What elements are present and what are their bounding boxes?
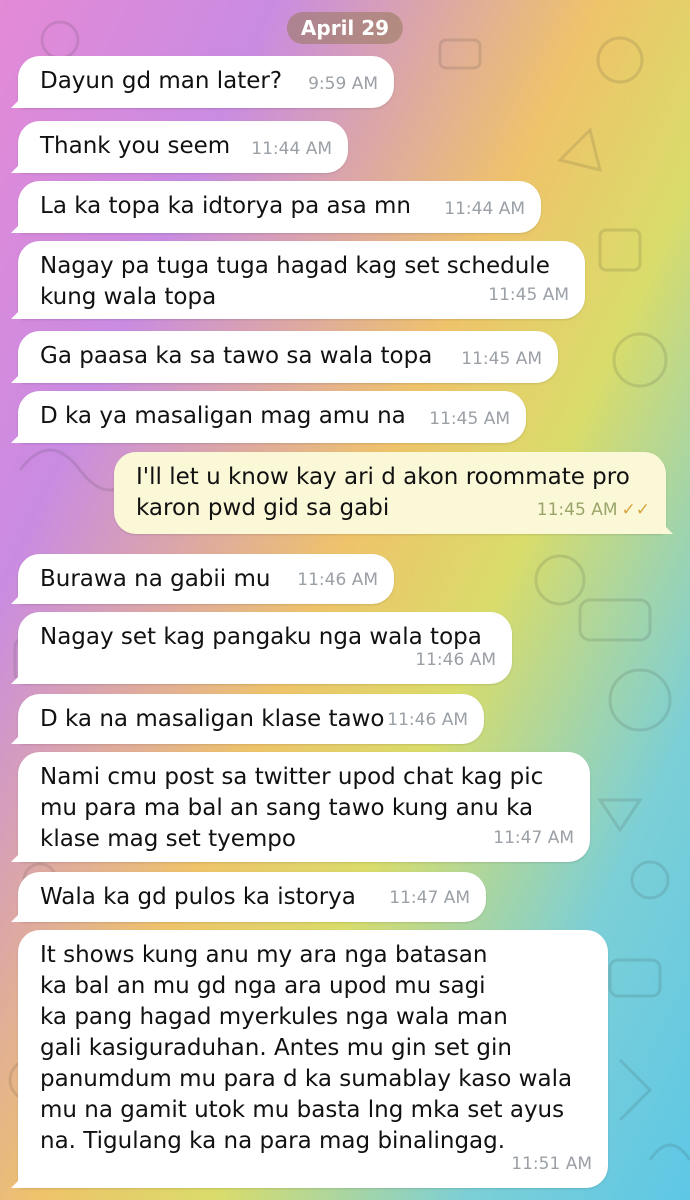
incoming-message[interactable]: Wala ka gd pulos ka istorya 11:47 AM	[11, 872, 486, 922]
timestamp-text: 11:45 AM	[429, 409, 510, 429]
timestamp-text: 11:45 AM	[536, 500, 618, 520]
bubble-tail	[11, 670, 25, 684]
bubble-tail	[11, 590, 25, 604]
timestamp-text: 11:47 AM	[493, 828, 574, 848]
bubble-tail	[11, 730, 25, 744]
incoming-message[interactable]: D ka na masaligan klase tawo 11:46 AM	[11, 694, 484, 744]
message-text: La ka topa ka idtorya pa asa mn	[40, 193, 411, 219]
message-text: Nami cmu post sa twitter upod chat kag p…	[40, 764, 544, 852]
message-timestamp: 11:51 AM	[511, 1149, 592, 1180]
message-timestamp: 11:47 AM	[493, 823, 574, 854]
message-text: Ga paasa ka sa tawo sa wala topa	[40, 343, 433, 369]
message-text: D ka na masaligan klase tawo	[40, 706, 385, 732]
message-timestamp: 11:45 AM	[429, 404, 510, 435]
date-divider: April 29	[286, 12, 404, 44]
message-timestamp: 11:46 AM	[415, 645, 496, 676]
message-timestamp: 11:45 AM	[488, 280, 569, 311]
message-timestamp: 11:44 AM	[444, 194, 525, 225]
incoming-message[interactable]: Nami cmu post sa twitter upod chat kag p…	[11, 752, 590, 862]
incoming-message[interactable]: Dayun gd man later? 9:59 AM	[11, 56, 394, 108]
message-text: It shows kung anu my ara nga batasan ka …	[40, 942, 573, 1154]
message-text: Burawa na gabii mu	[40, 566, 271, 592]
outgoing-message[interactable]: I'll let u know kay ari d akon roommate …	[114, 452, 673, 534]
message-timestamp: 11:46 AM	[297, 565, 378, 596]
incoming-message[interactable]: Nagay set kag pangaku nga wala topa 11:46…	[11, 612, 512, 684]
message-timestamp: 9:59 AM	[308, 69, 378, 100]
bubble-tail	[11, 1174, 25, 1188]
message-timestamp: 11:47 AM	[389, 883, 470, 914]
incoming-message[interactable]: It shows kung anu my ara nga batasan ka …	[11, 930, 608, 1188]
bubble-tail	[11, 429, 25, 443]
incoming-message[interactable]: Ga paasa ka sa tawo sa wala topa 11:45 AM	[11, 331, 558, 383]
incoming-message[interactable]: Burawa na gabii mu 11:46 AM	[11, 554, 394, 604]
timestamp-text: 11:46 AM	[415, 650, 496, 670]
read-checkmarks-icon: ✓✓	[621, 500, 651, 520]
message-timestamp: 11:45 AM ✓✓	[537, 495, 650, 526]
message-text: D ka ya masaligan mag amu na	[40, 403, 406, 429]
timestamp-text: 11:46 AM	[297, 570, 378, 590]
timestamp-text: 11:44 AM	[251, 139, 332, 159]
message-timestamp: 11:44 AM	[251, 134, 332, 165]
message-text: Nagay pa tuga tuga hagad kag set schedul…	[40, 253, 550, 310]
timestamp-text: 9:59 AM	[308, 74, 378, 94]
timestamp-text: 11:44 AM	[444, 199, 525, 219]
message-text: Thank you seem	[40, 133, 231, 159]
message-timestamp: 11:46 AM	[387, 705, 468, 736]
bubble-tail	[11, 94, 25, 108]
timestamp-text: 11:45 AM	[461, 349, 542, 369]
timestamp-text: 11:51 AM	[511, 1154, 592, 1174]
bubble-tail	[11, 305, 25, 319]
bubble-tail	[11, 159, 25, 173]
incoming-message[interactable]: La ka topa ka idtorya pa asa mn 11:44 AM	[11, 181, 541, 233]
bubble-tail	[659, 520, 673, 534]
bubble-tail	[11, 219, 25, 233]
timestamp-text: 11:46 AM	[387, 710, 468, 730]
message-timestamp: 11:45 AM	[461, 344, 542, 375]
timestamp-text: 11:45 AM	[488, 285, 569, 305]
bubble-tail	[11, 369, 25, 383]
timestamp-text: 11:47 AM	[389, 888, 470, 908]
incoming-message[interactable]: Thank you seem 11:44 AM	[11, 121, 348, 173]
message-text: Wala ka gd pulos ka istorya	[40, 884, 356, 910]
incoming-message[interactable]: Nagay pa tuga tuga hagad kag set schedul…	[11, 241, 585, 319]
bubble-tail	[11, 908, 25, 922]
message-text: Dayun gd man later?	[40, 68, 283, 94]
incoming-message[interactable]: D ka ya masaligan mag amu na 11:45 AM	[11, 391, 526, 443]
bubble-tail	[11, 848, 25, 862]
